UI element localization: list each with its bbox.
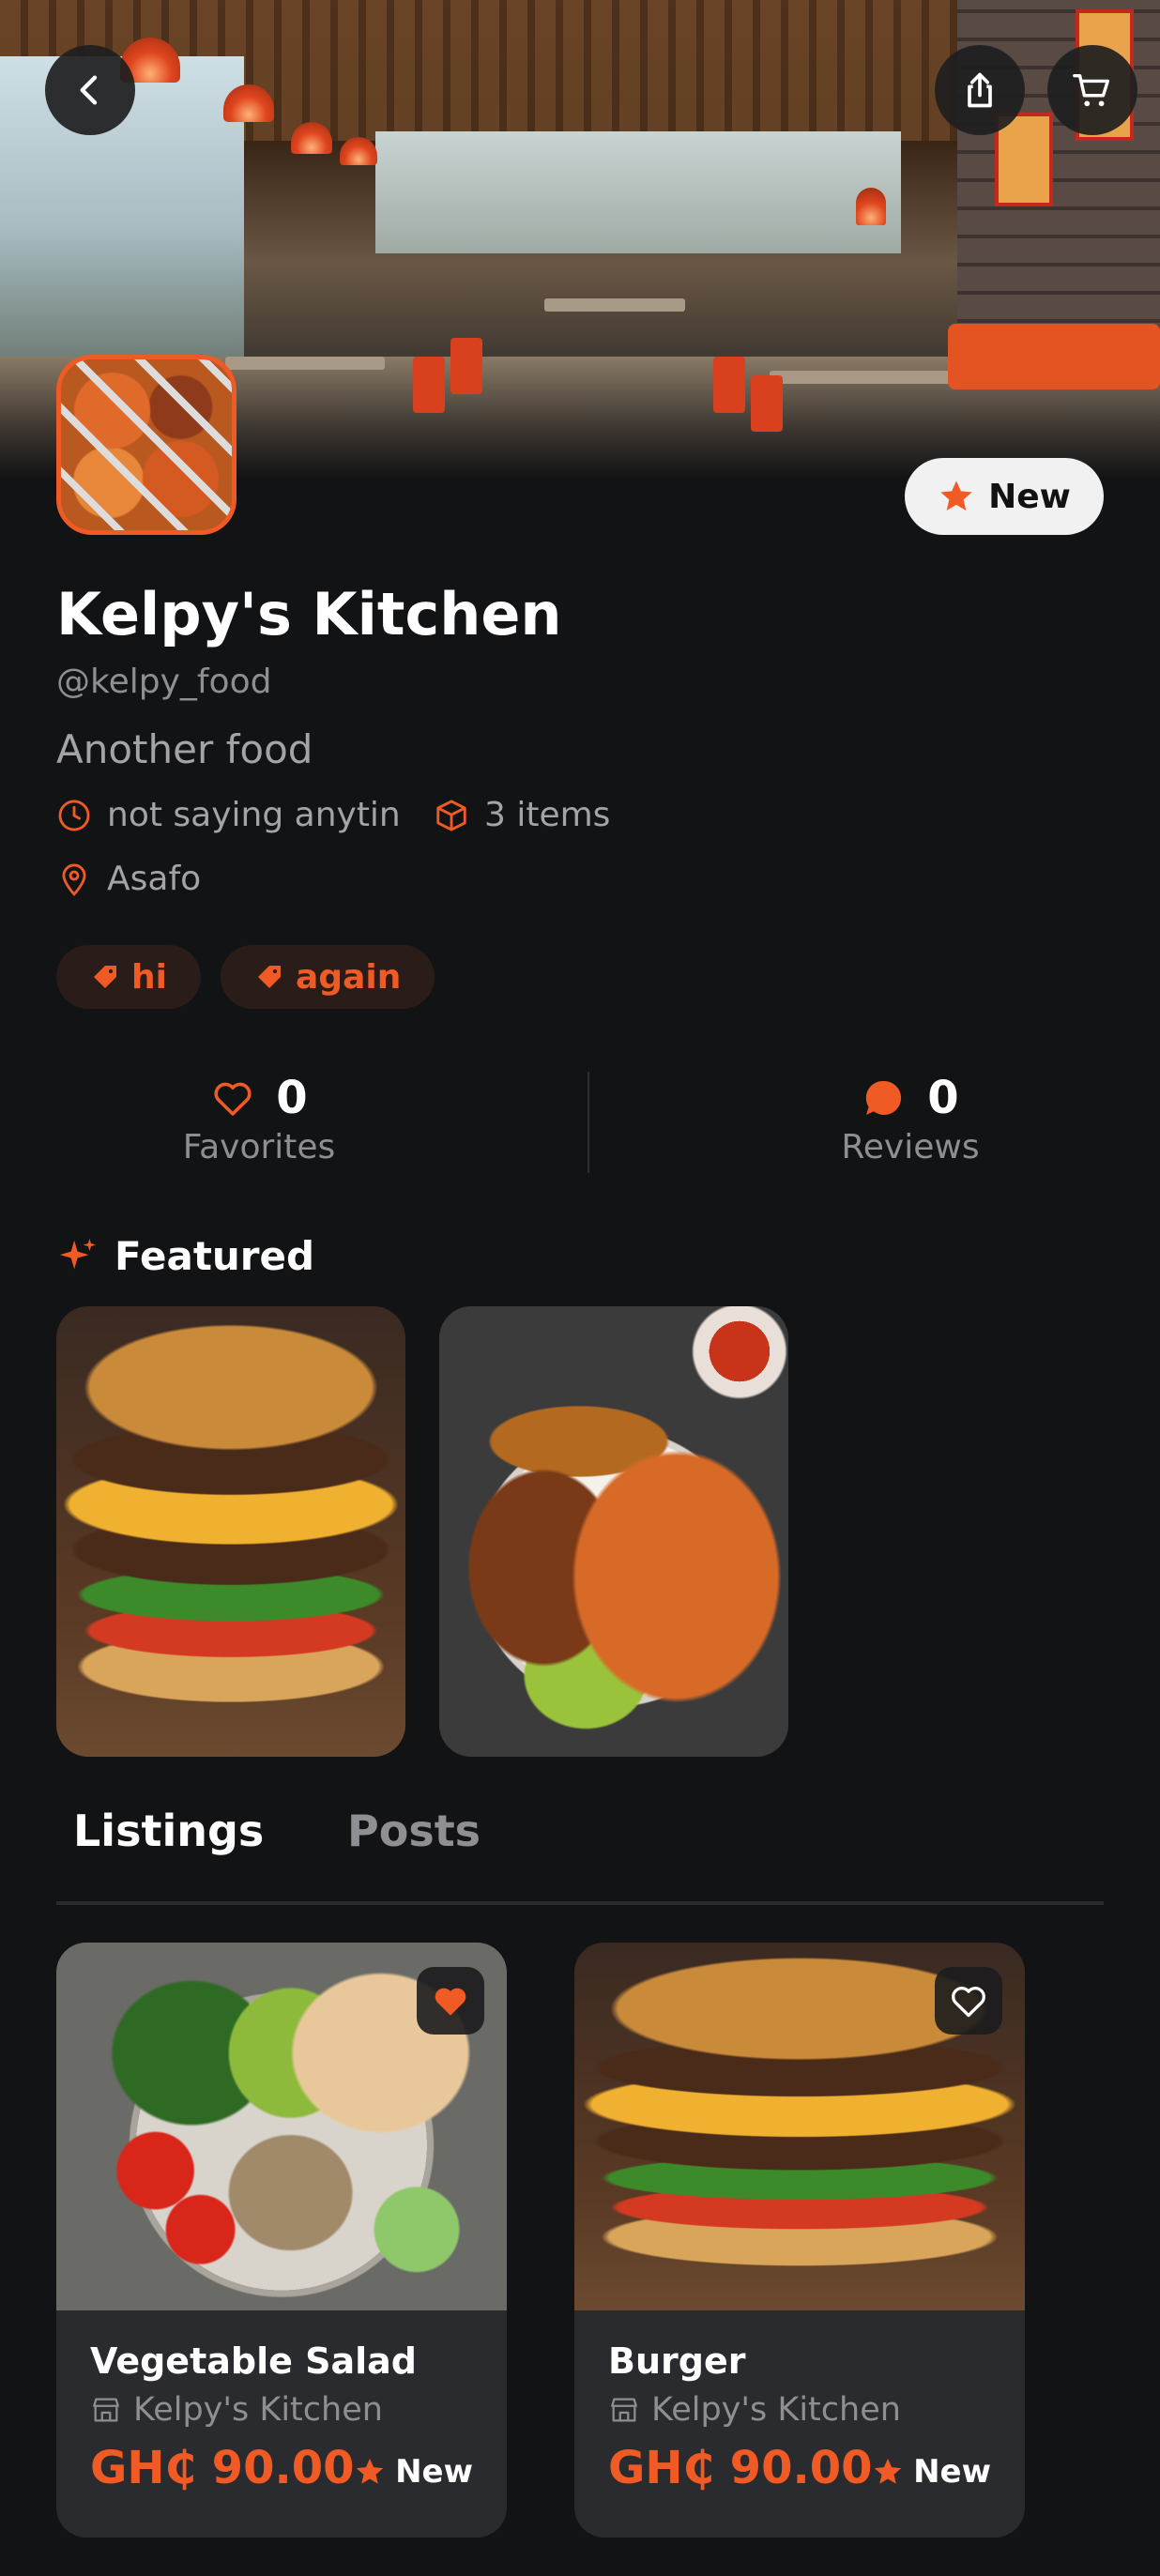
clock-icon <box>58 800 90 831</box>
listing-badge-label: New <box>395 2453 473 2491</box>
store-location-text: Asafo <box>107 860 202 898</box>
cart-icon <box>1073 73 1110 107</box>
listing-badge: New <box>872 2453 991 2491</box>
back-button[interactable] <box>45 45 135 135</box>
chair <box>713 357 745 413</box>
store-icon <box>611 2398 637 2422</box>
share-button[interactable] <box>935 45 1025 135</box>
lamp <box>340 137 377 165</box>
chat-bubble-icon <box>866 1080 902 1115</box>
box-icon <box>436 800 466 831</box>
store-location: Asafo <box>56 860 201 898</box>
listing-store: Kelpy's Kitchen <box>608 2391 901 2429</box>
store-item-count-text: 3 items <box>484 796 611 834</box>
chair <box>450 338 482 394</box>
chair <box>413 357 445 413</box>
store-hours: not saying anytin <box>56 796 401 834</box>
table <box>544 298 685 312</box>
listing-store-name: Kelpy's Kitchen <box>651 2391 901 2429</box>
tab-listings[interactable]: Listings <box>73 1806 264 1856</box>
store-avatar <box>56 355 237 535</box>
reviews-label: Reviews <box>841 1128 980 1166</box>
tag-chip[interactable]: hi <box>56 945 201 1009</box>
featured-item-burger[interactable] <box>56 1306 405 1757</box>
chevron-left-icon <box>80 75 98 105</box>
store-hours-text: not saying anytin <box>107 796 401 834</box>
star-icon <box>356 2458 384 2484</box>
favorite-button[interactable] <box>935 1967 1002 2035</box>
heart-icon <box>214 1082 252 1116</box>
lamp <box>856 188 886 225</box>
favorite-button[interactable] <box>417 1967 484 2035</box>
listing-badge-label: New <box>913 2453 991 2491</box>
star-icon <box>874 2458 902 2484</box>
store-handle: @kelpy_food <box>56 663 272 701</box>
tag-chip[interactable]: again <box>221 945 435 1009</box>
location-pin-icon <box>62 863 86 896</box>
new-badge: New <box>905 458 1104 535</box>
listing-price: GH₵ 90.00 <box>608 2442 873 2494</box>
tag-icon <box>94 966 116 988</box>
listing-store: Kelpy's Kitchen <box>90 2391 383 2429</box>
stats-divider <box>588 1072 589 1173</box>
favorites-count: 0 <box>276 1072 308 1124</box>
store-name: Kelpy's Kitchen <box>56 580 562 648</box>
window <box>375 131 901 253</box>
star-icon <box>940 480 972 511</box>
cart-button[interactable] <box>1047 45 1137 135</box>
featured-title: Featured <box>114 1233 315 1279</box>
share-icon <box>968 72 992 108</box>
listing-badge: New <box>354 2453 473 2491</box>
tabs-underline <box>56 1901 1104 1905</box>
store-icon <box>93 2398 119 2422</box>
listing-title: Vegetable Salad <box>90 2340 417 2382</box>
tab-posts[interactable]: Posts <box>347 1806 481 1856</box>
featured-heading: Featured <box>56 1233 314 1279</box>
listing-card[interactable]: Burger Kelpy's Kitchen GH₵ 90.00 New <box>574 1943 1025 2538</box>
new-badge-label: New <box>988 477 1071 516</box>
reviews-stat[interactable]: 0 Reviews <box>826 1072 995 1166</box>
sparkles-icon <box>59 1238 97 1269</box>
listing-price: GH₵ 90.00 <box>90 2442 355 2494</box>
store-item-count: 3 items <box>434 796 610 834</box>
tag-icon <box>258 966 281 988</box>
favorites-label: Favorites <box>182 1128 336 1166</box>
table <box>225 357 385 370</box>
listing-card[interactable]: Vegetable Salad Kelpy's Kitchen GH₵ 90.0… <box>56 1943 507 2538</box>
reviews-count: 0 <box>927 1072 959 1124</box>
tag-label: again <box>296 957 402 997</box>
heart-outline-icon <box>952 1987 985 2018</box>
chair <box>751 375 783 432</box>
listing-title: Burger <box>608 2340 746 2382</box>
listing-store-name: Kelpy's Kitchen <box>133 2391 383 2429</box>
featured-item-plate[interactable] <box>439 1306 788 1757</box>
bench <box>948 324 1160 389</box>
heart-filled-icon <box>435 1988 466 2016</box>
store-tagline: Another food <box>56 726 313 772</box>
tag-label: hi <box>131 957 167 997</box>
favorites-stat[interactable]: 0 Favorites <box>169 1072 349 1166</box>
